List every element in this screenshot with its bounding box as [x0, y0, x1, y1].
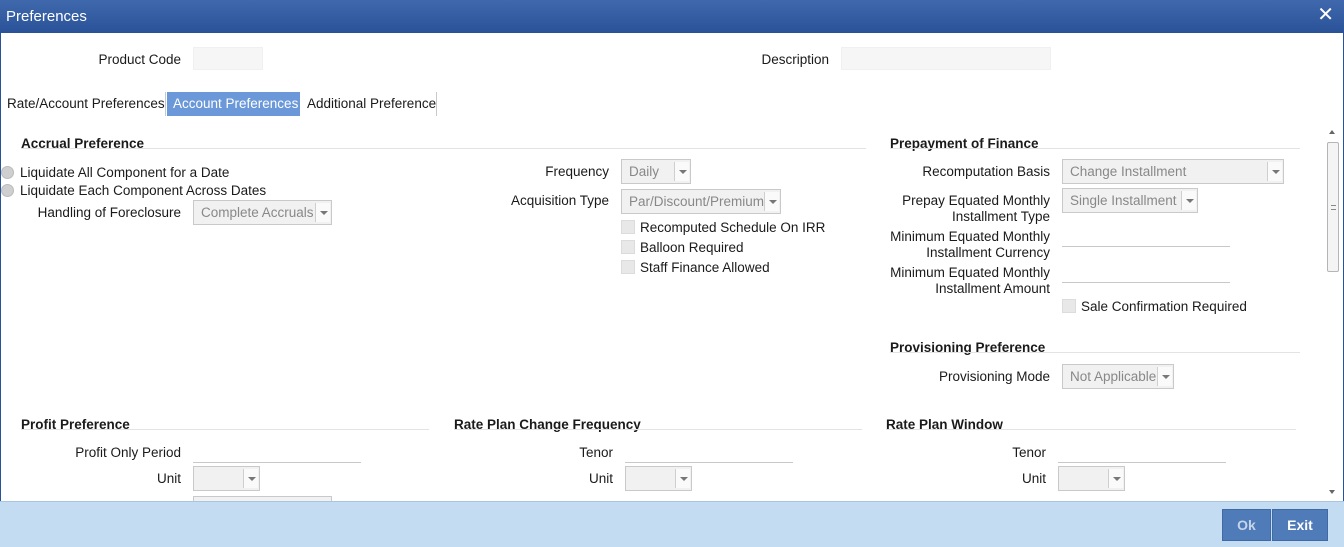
- product-code-label: Product Code: [98, 52, 181, 67]
- chevron-down-icon[interactable]: [1108, 469, 1123, 488]
- min-emi-currency-label-line1: Minimum Equated Monthly: [890, 229, 1050, 244]
- liquidate-all-label: Liquidate All Component for a Date: [20, 165, 230, 180]
- recomputation-basis-label: Recomputation Basis: [922, 164, 1050, 179]
- tab-divider: [436, 92, 437, 116]
- recomputed-schedule-label: Recomputed Schedule On IRR: [640, 220, 826, 235]
- frequency-label: Frequency: [545, 164, 609, 179]
- acquisition-type-value: Par/Discount/Premium: [629, 194, 765, 209]
- profit-unit-label: Unit: [156, 471, 181, 486]
- foreclosure-label: Handling of Foreclosure: [37, 205, 181, 220]
- window-titlebar: Preferences ✕: [0, 0, 1344, 33]
- recomputed-schedule-checkbox[interactable]: [621, 220, 635, 234]
- provisioning-mode-label: Provisioning Mode: [938, 369, 1050, 384]
- balloon-required-checkbox[interactable]: [621, 240, 635, 254]
- acquisition-type-label: Acquisition Type: [510, 193, 609, 208]
- scroll-up-icon[interactable]: [1329, 130, 1335, 134]
- foreclosure-value: Complete Accruals: [201, 205, 314, 220]
- ok-button[interactable]: Ok: [1222, 509, 1271, 541]
- frequency-select[interactable]: Daily: [621, 159, 691, 184]
- rate-plan-change-unit-select[interactable]: [625, 466, 692, 491]
- section-divider: [454, 429, 862, 430]
- rate-plan-change-tenor-field[interactable]: [625, 443, 793, 463]
- emi-type-label-line2: Installment Type: [951, 209, 1050, 224]
- tab-divider: [165, 92, 166, 116]
- description-field[interactable]: [841, 47, 1051, 70]
- min-emi-currency-field[interactable]: [1062, 227, 1230, 247]
- foreclosure-select[interactable]: Complete Accruals: [193, 200, 332, 225]
- window-title: Preferences: [6, 8, 87, 25]
- section-divider: [890, 352, 1300, 353]
- sale-confirmation-label: Sale Confirmation Required: [1081, 299, 1247, 314]
- tab-account-preferences[interactable]: Account Preferences: [167, 92, 300, 116]
- liquidate-each-label: Liquidate Each Component Across Dates: [20, 183, 267, 198]
- frequency-value: Daily: [629, 164, 660, 179]
- chevron-down-icon[interactable]: [675, 469, 690, 488]
- section-divider: [890, 148, 1300, 149]
- description-label: Description: [761, 52, 829, 67]
- rate-plan-window-tenor-label: Tenor: [1012, 445, 1046, 460]
- chevron-down-icon[interactable]: [1157, 367, 1172, 386]
- exit-button[interactable]: Exit: [1272, 509, 1328, 541]
- scrollbar-thumb[interactable]: [1327, 142, 1339, 272]
- recomputation-basis-value: Change Installment: [1070, 164, 1187, 179]
- min-emi-amount-label-line2: Installment Amount: [935, 281, 1050, 296]
- chevron-down-icon[interactable]: [1181, 191, 1196, 210]
- section-divider: [21, 148, 866, 149]
- emi-type-select[interactable]: Single Installment: [1062, 188, 1198, 213]
- liquidate-each-radio[interactable]: [1, 184, 14, 197]
- chevron-down-icon[interactable]: [315, 203, 330, 222]
- tab-additional-preference[interactable]: Additional Preference: [301, 92, 442, 116]
- chevron-down-icon[interactable]: [1267, 162, 1282, 181]
- rate-plan-change-unit-label: Unit: [588, 471, 613, 486]
- provisioning-mode-value: Not Applicable: [1070, 369, 1157, 384]
- dialog-footer: Ok Exit: [0, 501, 1344, 547]
- emi-type-label-line1: Prepay Equated Monthly: [902, 193, 1050, 208]
- min-emi-currency-label-line2: Installment Currency: [926, 245, 1050, 260]
- product-code-field[interactable]: [193, 47, 263, 70]
- recomputation-basis-select[interactable]: Change Installment: [1062, 159, 1284, 184]
- profit-unit-select[interactable]: [193, 466, 260, 491]
- staff-finance-checkbox[interactable]: [621, 260, 635, 274]
- min-emi-amount-label-line1: Minimum Equated Monthly: [890, 265, 1050, 280]
- profit-only-period-field[interactable]: [193, 443, 361, 463]
- tab-rate-account-preferences[interactable]: Rate/Account Preferences: [1, 92, 171, 116]
- section-divider: [886, 429, 1296, 430]
- close-icon[interactable]: ✕: [1317, 5, 1334, 25]
- grip-icon: [1331, 205, 1336, 210]
- emi-type-value: Single Installment: [1070, 193, 1177, 208]
- provisioning-mode-select[interactable]: Not Applicable: [1062, 364, 1174, 389]
- scroll-down-icon[interactable]: [1329, 490, 1335, 494]
- rate-plan-window-unit-label: Unit: [1021, 471, 1046, 486]
- liquidate-all-radio[interactable]: [1, 166, 14, 179]
- rate-plan-window-tenor-field[interactable]: [1058, 443, 1226, 463]
- chevron-down-icon[interactable]: [674, 162, 689, 181]
- acquisition-type-select[interactable]: Par/Discount/Premium: [621, 189, 781, 214]
- chevron-down-icon[interactable]: [764, 192, 779, 211]
- balloon-required-label: Balloon Required: [640, 240, 744, 255]
- rate-plan-change-tenor-label: Tenor: [579, 445, 613, 460]
- section-divider: [21, 429, 429, 430]
- chevron-down-icon[interactable]: [243, 469, 258, 488]
- sale-confirmation-checkbox[interactable]: [1062, 299, 1076, 313]
- staff-finance-label: Staff Finance Allowed: [640, 260, 770, 275]
- rate-plan-window-unit-select[interactable]: [1058, 466, 1125, 491]
- profit-only-period-label: Profit Only Period: [75, 445, 181, 460]
- vertical-scrollbar[interactable]: [1326, 126, 1340, 498]
- min-emi-amount-field[interactable]: [1062, 263, 1230, 283]
